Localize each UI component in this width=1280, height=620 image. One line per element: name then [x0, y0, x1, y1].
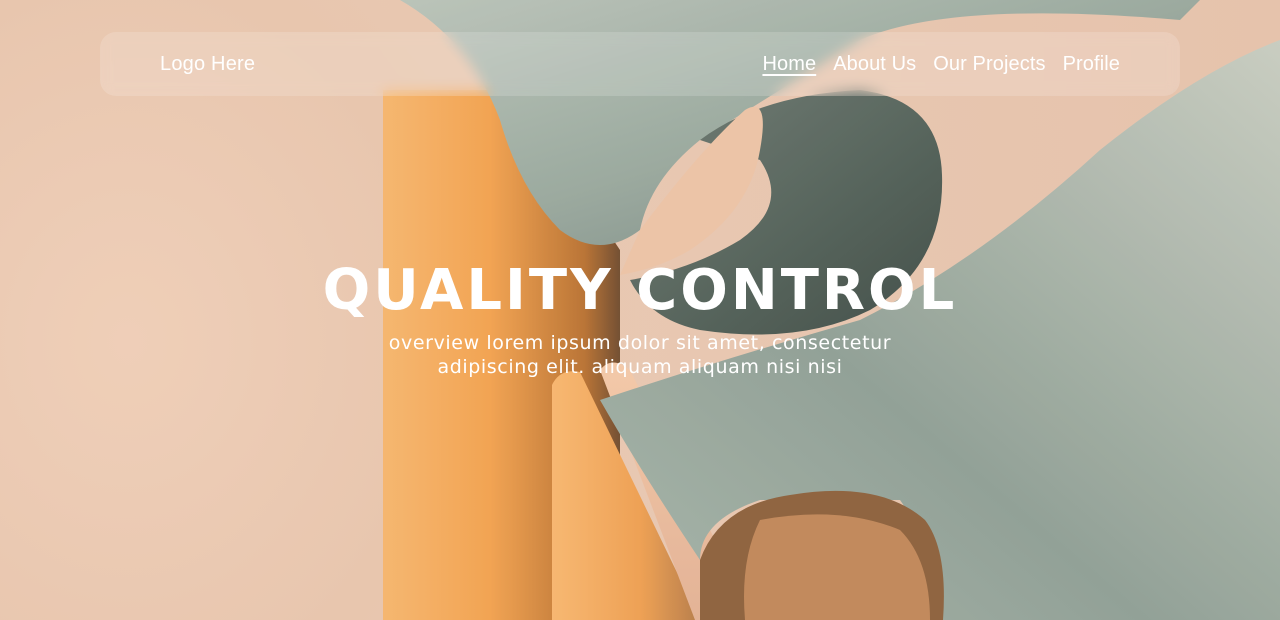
nav-link-profile[interactable]: Profile [1063, 53, 1120, 76]
hero-title: QUALITY CONTROL [322, 258, 958, 323]
nav-link-home[interactable]: Home [762, 53, 816, 76]
nav-links: Home About Us Our Projects Profile [762, 32, 1120, 96]
logo-text[interactable]: Logo Here [160, 32, 255, 96]
nav-link-our-projects[interactable]: Our Projects [933, 53, 1045, 76]
nav-link-about-us[interactable]: About Us [833, 53, 916, 76]
hero-subtitle: overview lorem ipsum dolor sit amet, con… [388, 332, 892, 378]
top-navbar: Logo Here Home About Us Our Projects Pro… [100, 32, 1180, 96]
